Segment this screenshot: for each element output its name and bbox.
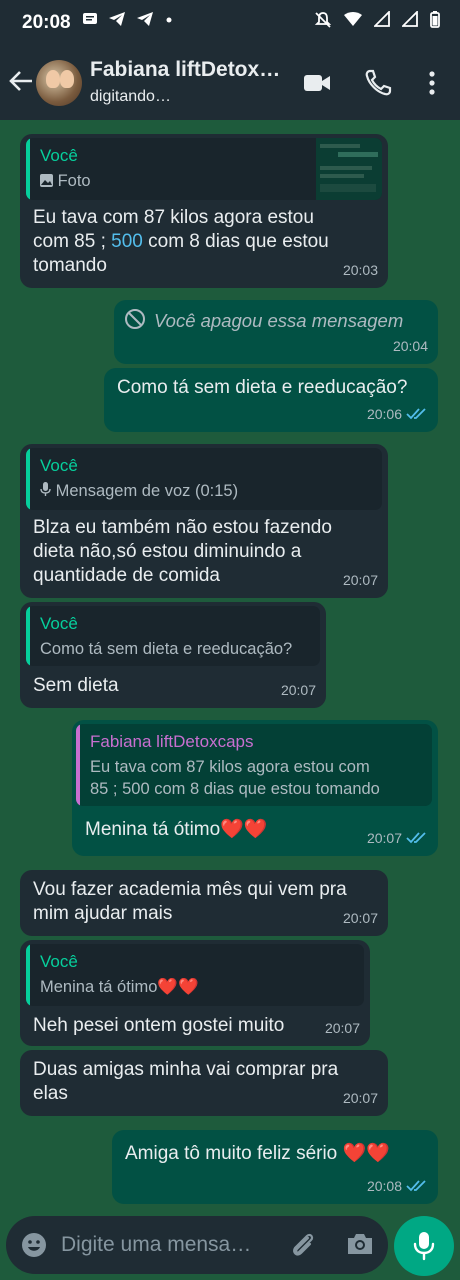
quote-author: Você [40, 952, 78, 971]
message-notification-icon [83, 13, 97, 24]
system-icons [314, 11, 440, 29]
back-arrow-icon[interactable] [8, 68, 34, 94]
quote-author: Fabiana liftDetoxcaps [90, 732, 254, 751]
quote-author: Você [40, 146, 78, 165]
message-bubble-incoming[interactable]: Você Como tá sem dieta e reeducação? Sem… [20, 602, 326, 708]
message-text: Como tá sem dieta e reeducação? [117, 377, 408, 398]
message-composer[interactable]: Digite uma mensa… [6, 1216, 388, 1274]
message-time: 20:07 [366, 830, 402, 846]
quote-text: Como tá sem dieta e reeducação? [40, 640, 293, 658]
dot-icon [166, 17, 172, 23]
message-bubble-incoming[interactable]: Você Foto Eu tava com 87 kilos agora est… [20, 134, 388, 288]
emoji-icon[interactable] [20, 1231, 48, 1259]
notification-icons [82, 11, 174, 27]
voice-call-icon[interactable] [363, 68, 393, 98]
quoted-message[interactable]: Você Mensagem de voz (0:15) [26, 448, 382, 510]
message-text: Menina tá ótimo❤️❤️ [85, 819, 268, 840]
message-bubble-incoming[interactable]: Você Mensagem de voz (0:15) Blza eu tamb… [20, 444, 388, 598]
message-text: Blza eu também não estou fazendo dieta n… [33, 517, 332, 586]
deleted-message-text: Você apagou essa mensagem [154, 310, 404, 331]
quoted-message[interactable]: Fabiana liftDetoxcaps Eu tava com 87 kil… [76, 724, 432, 806]
message-input[interactable]: Digite uma mensa… [61, 1233, 251, 1257]
message-list: Você Foto Eu tava com 87 kilos agora est… [0, 120, 460, 1210]
message-time: 20:07 [280, 682, 316, 698]
message-bubble-incoming[interactable]: Você Menina tá ótimo❤️❤️ Neh pesei ontem… [20, 940, 370, 1046]
wifi-icon [344, 12, 362, 26]
contact-typing-status: digitando… [90, 88, 171, 105]
avatar[interactable] [36, 60, 82, 106]
status-time: 20:08 [22, 12, 71, 33]
read-receipt-icon [406, 1180, 426, 1192]
microphone-icon [40, 482, 51, 496]
telegram-icon [137, 12, 153, 26]
microphone-icon [413, 1232, 435, 1261]
status-bar: 20:08 [0, 0, 460, 46]
camera-icon[interactable] [346, 1231, 374, 1257]
message-text: Duas amigas minha vai comprar pra elas [33, 1059, 339, 1104]
number-link[interactable]: 500 [111, 231, 143, 252]
message-text: Vou fazer academia mês qui vem pra mim a… [33, 879, 347, 924]
message-time: 20:04 [392, 338, 428, 354]
message-time: 20:07 [324, 1020, 360, 1036]
message-time: 20:08 [366, 1178, 402, 1194]
quoted-message[interactable]: Você Menina tá ótimo❤️❤️ [26, 944, 364, 1006]
message-text: Amiga tô muito feliz sério ❤️❤️ [125, 1143, 390, 1164]
mute-bell-icon [314, 12, 332, 28]
chat-header: Fabiana liftDetox… digitando… [0, 46, 460, 120]
quoted-message[interactable]: Você Foto [26, 138, 382, 200]
message-text: Neh pesei ontem gostei muito [33, 1015, 285, 1036]
quoted-photo-thumbnail [316, 138, 382, 200]
quote-text: Menina tá ótimo❤️❤️ [40, 978, 199, 996]
message-time: 20:07 [342, 910, 378, 926]
quote-author: Você [40, 614, 78, 633]
message-time: 20:07 [342, 1090, 378, 1106]
message-bubble-incoming[interactable]: Vou fazer academia mês qui vem pra mim a… [20, 870, 388, 936]
signal-icon [374, 11, 390, 27]
message-bubble-outgoing[interactable]: Como tá sem dieta e reeducação? 20:06 [104, 368, 438, 432]
quote-author: Você [40, 456, 78, 475]
battery-icon [430, 11, 440, 28]
message-text: Eu tava com 87 kilos agora estou com 85 … [33, 207, 329, 276]
quote-text: Mensagem de voz (0:15) [55, 482, 239, 500]
voice-record-button[interactable] [394, 1216, 454, 1276]
message-time: 20:03 [342, 262, 378, 278]
photo-icon [40, 174, 53, 187]
deleted-message-bubble[interactable]: Você apagou essa mensagem 20:04 [114, 300, 438, 364]
quote-text: Eu tava com 87 kilos agora estou com 85 … [90, 758, 380, 798]
quote-text: Foto [57, 172, 91, 190]
telegram-icon [109, 12, 125, 26]
attach-clip-icon[interactable] [288, 1230, 318, 1260]
message-bubble-outgoing[interactable]: Fabiana liftDetoxcaps Eu tava com 87 kil… [72, 720, 438, 856]
message-bubble-outgoing[interactable]: Amiga tô muito feliz sério ❤️❤️ 20:08 [112, 1130, 438, 1204]
message-time: 20:06 [366, 406, 402, 422]
contact-name[interactable]: Fabiana liftDetox… [90, 58, 285, 82]
signal-icon [402, 11, 418, 27]
read-receipt-icon [406, 408, 426, 420]
message-bubble-incoming[interactable]: Duas amigas minha vai comprar pra elas 2… [20, 1050, 388, 1116]
read-receipt-icon [406, 832, 426, 844]
message-text: Sem dieta [33, 675, 119, 696]
more-options-icon[interactable] [417, 68, 447, 98]
blocked-icon [125, 309, 145, 329]
message-time: 20:07 [342, 572, 378, 588]
quoted-message[interactable]: Você Como tá sem dieta e reeducação? [26, 606, 320, 666]
video-call-icon[interactable] [302, 68, 332, 98]
